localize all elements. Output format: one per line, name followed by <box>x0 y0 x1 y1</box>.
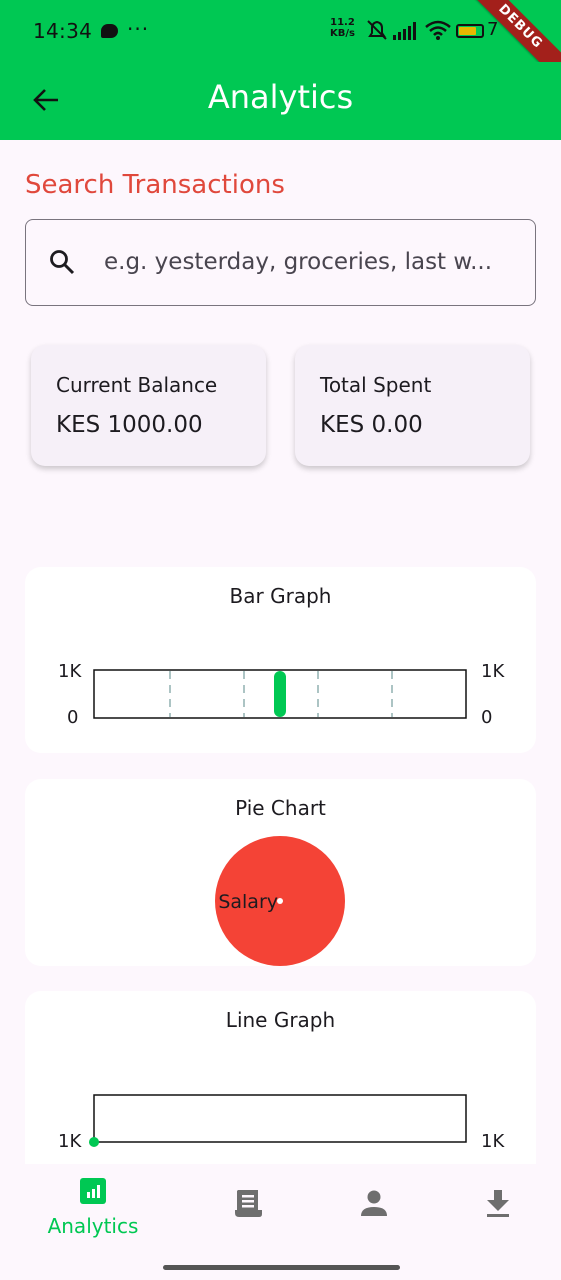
total-spent-card: Total Spent KES 0.00 <box>295 345 530 466</box>
line-graph-card: Line Graph 1K 1K <box>25 991 536 1181</box>
search-input[interactable] <box>104 220 524 304</box>
line-y-label-right: 1K <box>481 1131 505 1152</box>
bar-y-max-left: 1K <box>58 661 82 682</box>
nav-analytics-label: Analytics <box>47 1214 139 1238</box>
page-title: Analytics <box>207 78 354 116</box>
bar-y-max-right: 1K <box>481 661 505 682</box>
line-graph-plot <box>89 1094 467 1147</box>
bar-graph-card: Bar Graph 1K 0 1K 0 <box>25 567 536 753</box>
bar <box>274 671 286 717</box>
search-field[interactable] <box>25 219 536 306</box>
signal-icon <box>393 22 416 40</box>
battery-percent: 7 <box>487 19 499 40</box>
bar-graph-title: Bar Graph <box>229 584 332 608</box>
pie-center-dot <box>277 898 283 904</box>
current-balance-value: KES 1000.00 <box>56 412 203 438</box>
bar-y-min-left: 0 <box>67 707 79 728</box>
download-icon <box>487 1190 509 1217</box>
pie-slice-label: Salary <box>218 891 278 913</box>
message-icon <box>101 24 118 38</box>
current-balance-label: Current Balance <box>56 373 218 397</box>
line-graph-title: Line Graph <box>225 1008 336 1032</box>
nav-profile[interactable] <box>304 1188 444 1222</box>
search-icon <box>50 250 75 275</box>
nav-analytics[interactable]: Analytics <box>23 1178 163 1238</box>
network-speed: 11.2 KB/s <box>330 17 355 39</box>
bottom-navigation: Analytics <box>0 1164 561 1280</box>
pie-chart-title: Pie Chart <box>235 796 326 820</box>
current-balance-card: Current Balance KES 1000.00 <box>31 345 266 466</box>
wifi-icon <box>425 20 451 40</box>
total-spent-value: KES 0.00 <box>320 412 423 438</box>
battery-icon <box>456 24 484 38</box>
line-point <box>89 1137 99 1147</box>
total-spent-label: Total Spent <box>320 373 432 397</box>
more-notifications-icon: ··· <box>127 17 150 41</box>
nav-transactions[interactable] <box>179 1186 319 1224</box>
status-time: 14:34 <box>33 19 93 43</box>
app-bar: Analytics <box>0 62 561 140</box>
pie-chart-plot: Salary <box>215 836 345 966</box>
analytics-icon <box>80 1178 106 1204</box>
status-bar: 14:34 ··· 11.2 KB/s 7 DEBUG <box>0 0 561 88</box>
bar-graph-plot <box>93 669 467 719</box>
network-speed-unit: KB/s <box>330 28 355 39</box>
line-plot-frame <box>93 1094 467 1143</box>
network-speed-value: 11.2 <box>330 17 355 28</box>
mute-icon <box>367 20 387 40</box>
home-indicator <box>163 1265 400 1270</box>
search-heading: Search Transactions <box>25 170 285 200</box>
person-icon <box>361 1190 387 1216</box>
bar-y-min-right: 0 <box>481 707 493 728</box>
line-y-label-left: 1K <box>58 1131 82 1152</box>
receipt-icon <box>235 1190 262 1217</box>
nav-download[interactable] <box>428 1188 561 1222</box>
